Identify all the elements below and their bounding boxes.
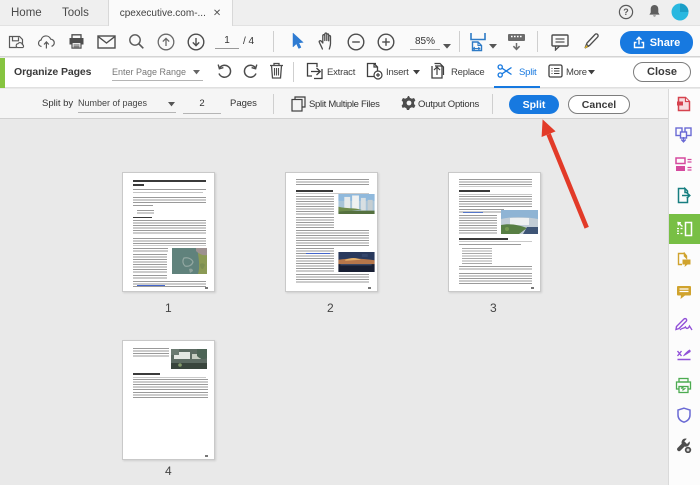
svg-text:?: ?: [623, 7, 629, 17]
